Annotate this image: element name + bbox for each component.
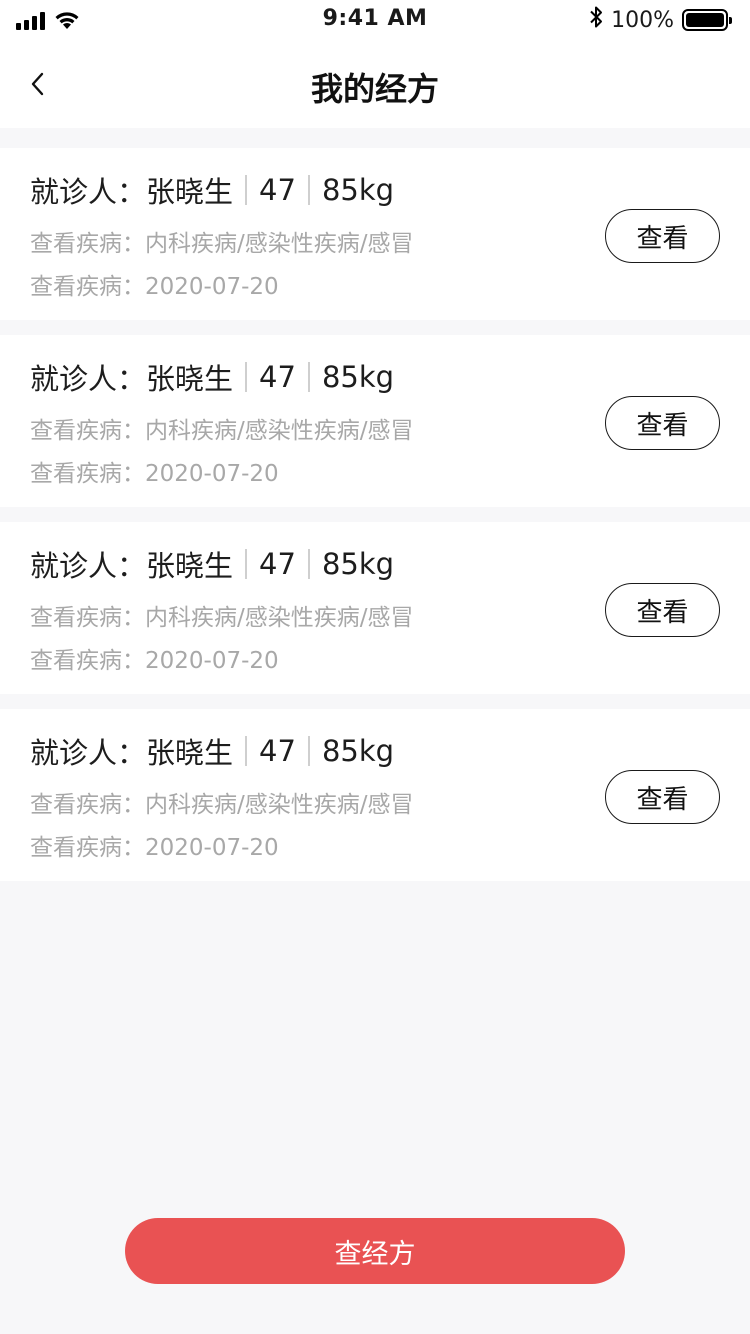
date-info: 查看疾病：2020-07-20 (30, 828, 279, 862)
battery-icon (682, 9, 732, 31)
divider (307, 362, 310, 392)
patient-name: 张晓生 (146, 549, 234, 583)
date-label: 查看疾病： (30, 461, 145, 487)
date-label: 查看疾病： (30, 835, 145, 861)
date-info: 查看疾病：2020-07-20 (30, 267, 279, 301)
patient-weight: 85kg (321, 360, 395, 394)
disease-info: 查看疾病：内科疾病/感染性疾病/感冒 (30, 224, 414, 258)
divider (245, 549, 248, 579)
disease-info: 查看疾病：内科疾病/感染性疾病/感冒 (30, 411, 414, 445)
patient-name: 张晓生 (146, 362, 234, 396)
patient-age: 47 (259, 734, 296, 768)
disease-value: 内科疾病/感染性疾病/感冒 (145, 792, 414, 818)
patient-age: 47 (259, 547, 296, 581)
prescription-card: 就诊人： 张晓生 47 85kg 查看疾病：内科疾病/感染性疾病/感冒 查看疾病… (0, 709, 750, 881)
patient-age: 47 (259, 360, 296, 394)
status-right: 100% (589, 5, 732, 35)
patient-name: 张晓生 (146, 736, 234, 770)
date-label: 查看疾病： (30, 274, 145, 300)
disease-value: 内科疾病/感染性疾病/感冒 (145, 605, 414, 631)
patient-label: 就诊人： (30, 362, 147, 396)
divider (307, 736, 310, 766)
prescription-card: 就诊人： 张晓生 47 85kg 查看疾病：内科疾病/感染性疾病/感冒 查看疾病… (0, 148, 750, 320)
view-button[interactable]: 查看 (605, 583, 720, 637)
page-title: 我的经方 (310, 70, 439, 108)
prescription-card: 就诊人： 张晓生 47 85kg 查看疾病：内科疾病/感染性疾病/感冒 查看疾病… (0, 335, 750, 507)
disease-label: 查看疾病： (30, 605, 145, 631)
patient-weight: 85kg (321, 547, 395, 581)
divider (245, 362, 248, 392)
disease-info: 查看疾病：内科疾病/感染性疾病/感冒 (30, 785, 414, 819)
date-value: 2020-07-20 (145, 835, 279, 861)
patient-age: 47 (259, 173, 296, 207)
view-button[interactable]: 查看 (605, 209, 720, 263)
divider (245, 736, 248, 766)
patient-weight: 85kg (321, 734, 395, 768)
divider (307, 549, 310, 579)
date-label: 查看疾病： (30, 648, 145, 674)
patient-info: 就诊人： 张晓生 47 85kg (30, 172, 395, 209)
status-bar: 9:41 AM 100% (0, 0, 750, 40)
view-button[interactable]: 查看 (605, 770, 720, 824)
date-value: 2020-07-20 (145, 274, 279, 300)
disease-label: 查看疾病： (30, 231, 145, 257)
disease-label: 查看疾病： (30, 418, 145, 444)
view-button[interactable]: 查看 (605, 396, 720, 450)
disease-value: 内科疾病/感染性疾病/感冒 (145, 418, 414, 444)
date-info: 查看疾病：2020-07-20 (30, 454, 279, 488)
patient-label: 就诊人： (30, 175, 147, 209)
disease-info: 查看疾病：内科疾病/感染性疾病/感冒 (30, 598, 414, 632)
prescription-card: 就诊人： 张晓生 47 85kg 查看疾病：内科疾病/感染性疾病/感冒 查看疾病… (0, 522, 750, 694)
bluetooth-icon (589, 5, 603, 35)
patient-label: 就诊人： (30, 736, 147, 770)
patient-name: 张晓生 (146, 175, 234, 209)
divider (245, 175, 248, 205)
date-value: 2020-07-20 (145, 648, 279, 674)
search-prescription-button[interactable]: 查经方 (125, 1218, 625, 1284)
screen: 9:41 AM 100% 我的经方 就诊人： 张晓生 47 85kg 查看疾病：… (0, 0, 750, 1334)
divider (307, 175, 310, 205)
patient-info: 就诊人： 张晓生 47 85kg (30, 733, 395, 770)
disease-value: 内科疾病/感染性疾病/感冒 (145, 231, 414, 257)
prescription-list: 就诊人： 张晓生 47 85kg 查看疾病：内科疾病/感染性疾病/感冒 查看疾病… (0, 148, 750, 896)
patient-info: 就诊人： 张晓生 47 85kg (30, 546, 395, 583)
date-info: 查看疾病：2020-07-20 (30, 641, 279, 675)
patient-label: 就诊人： (30, 549, 147, 583)
battery-percent: 100% (611, 7, 674, 33)
nav-bar: 我的经方 (0, 40, 750, 128)
patient-info: 就诊人： 张晓生 47 85kg (30, 359, 395, 396)
disease-label: 查看疾病： (30, 792, 145, 818)
patient-weight: 85kg (321, 173, 395, 207)
date-value: 2020-07-20 (145, 461, 279, 487)
